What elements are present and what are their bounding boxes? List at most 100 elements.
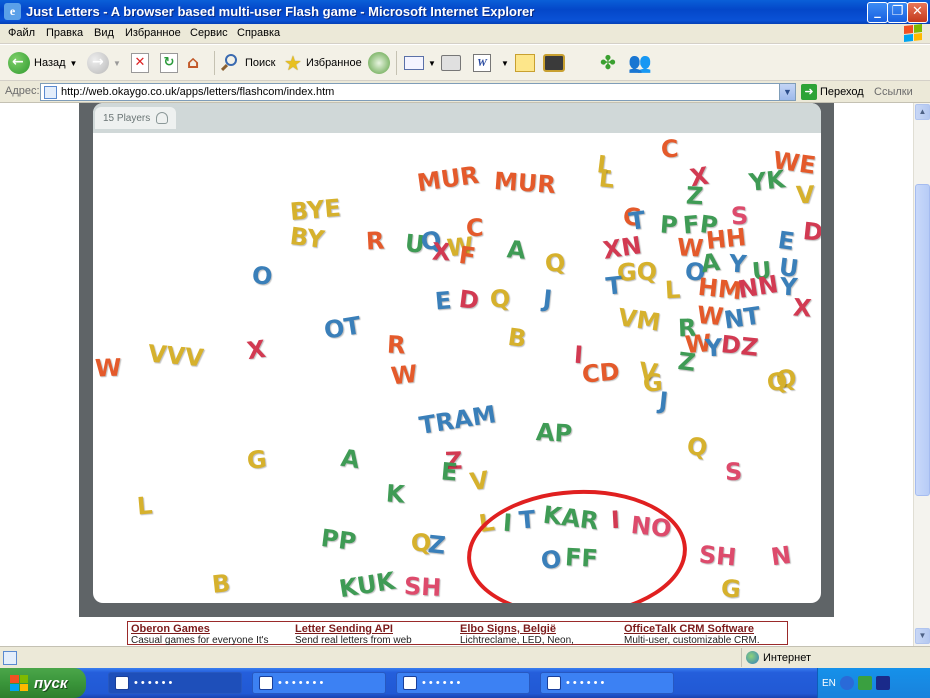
taskbar-item[interactable]: • • • • • • <box>108 672 242 694</box>
menu-tools[interactable]: Сервис <box>190 27 228 39</box>
menu-favorites[interactable]: Избранное <box>125 27 181 39</box>
home-button[interactable]: ⌂ <box>187 50 209 76</box>
game-letter[interactable]: BYE <box>289 194 342 226</box>
media-button[interactable] <box>543 50 565 76</box>
game-letter[interactable]: D <box>457 285 480 315</box>
media-play-icon[interactable] <box>875 676 890 690</box>
game-letter[interactable]: AP <box>535 418 573 448</box>
tray-icon[interactable] <box>839 676 854 690</box>
game-letter[interactable]: N <box>769 541 793 572</box>
print-button[interactable] <box>441 50 461 76</box>
minimize-button[interactable]: _ <box>867 2 888 23</box>
ad-title[interactable]: Oberon Games <box>131 623 291 635</box>
mail-button[interactable]: ▼ <box>404 50 436 76</box>
language-indicator[interactable]: EN <box>822 678 836 689</box>
game-letter[interactable]: VVV <box>147 340 205 373</box>
stop-button[interactable]: ✕ <box>131 50 149 76</box>
address-field[interactable]: http://web.okaygo.co.uk/apps/letters/fla… <box>40 83 796 101</box>
flash-game-canvas[interactable]: 15 Players MUR MUR BYE BY R U Q X W F C A Q O E D Q J OT R W… <box>93 103 821 603</box>
ad-item[interactable]: OfficeTalk CRM Software Multi-user, custo… <box>624 623 784 646</box>
back-button[interactable]: ← Назад ▼ <box>8 50 77 76</box>
messenger-button[interactable]: 👥 <box>628 50 652 76</box>
ad-item[interactable]: Letter Sending API Send real letters from… <box>295 623 455 646</box>
game-letter[interactable]: C <box>466 214 485 243</box>
game-letter[interactable]: L <box>136 491 154 520</box>
game-letter[interactable]: TRAM <box>417 400 498 440</box>
taskbar-item[interactable]: • • • • • • <box>396 672 530 694</box>
game-letter[interactable]: L <box>598 164 616 193</box>
discuss-button[interactable] <box>515 50 535 76</box>
clover-button[interactable]: ✤ <box>600 50 616 76</box>
tray-icon[interactable] <box>857 676 872 690</box>
start-button[interactable]: пуск <box>0 668 86 698</box>
game-letter[interactable]: C <box>660 135 679 164</box>
game-letter[interactable]: E <box>440 457 459 486</box>
history-button[interactable] <box>368 50 390 76</box>
game-letter[interactable]: F <box>457 241 477 271</box>
game-letter[interactable]: Z <box>676 347 697 377</box>
game-letter[interactable]: G <box>246 445 269 475</box>
maximize-button[interactable]: ❐ <box>887 2 908 23</box>
game-letter[interactable]: OT <box>322 311 363 344</box>
game-letter[interactable]: Q <box>765 367 790 398</box>
game-letter[interactable]: Z <box>427 530 447 560</box>
game-letter[interactable]: MUR <box>415 161 480 197</box>
ad-item[interactable]: Elbo Signs, België Lichtreclame, LED, Neo… <box>460 623 620 646</box>
edit-button[interactable]: W ▼ <box>473 50 509 76</box>
game-letter[interactable]: V <box>796 181 816 210</box>
game-letter[interactable]: A <box>339 444 361 474</box>
mail-dropdown-icon[interactable]: ▼ <box>428 59 436 68</box>
game-letter[interactable]: S <box>725 458 743 487</box>
game-letter[interactable]: WE <box>771 146 817 180</box>
menu-help[interactable]: Справка <box>237 27 280 39</box>
game-letter[interactable]: GQ <box>617 257 658 286</box>
game-letter[interactable]: J <box>542 285 554 314</box>
ad-item[interactable]: Oberon Games Casual games for everyone It… <box>131 623 291 646</box>
address-url[interactable]: http://web.okaygo.co.uk/apps/letters/fla… <box>61 86 334 98</box>
forward-button[interactable]: → ▼ <box>87 50 121 76</box>
favorites-button[interactable]: ★ Избранное <box>284 50 362 76</box>
game-letter[interactable]: T <box>627 206 647 236</box>
forward-dropdown-icon[interactable]: ▼ <box>113 59 121 68</box>
game-letter[interactable]: V <box>468 466 490 496</box>
game-letter[interactable]: W <box>95 354 122 383</box>
game-letter[interactable]: B <box>506 323 528 353</box>
game-letter[interactable]: O <box>251 261 273 290</box>
game-letter[interactable]: VM <box>616 303 662 337</box>
game-letter[interactable]: B <box>211 569 232 599</box>
game-letter[interactable]: SH <box>698 540 738 571</box>
game-letter[interactable]: Y <box>728 249 747 278</box>
game-letter[interactable]: W <box>390 360 419 391</box>
taskbar-item[interactable]: • • • • • • • <box>252 672 386 694</box>
game-letter[interactable]: K <box>385 479 406 508</box>
game-letter[interactable]: Q <box>489 284 511 313</box>
links-button[interactable]: Ссылки <box>874 86 913 98</box>
game-letter[interactable]: X <box>792 293 812 322</box>
game-letter[interactable]: CD <box>581 357 621 388</box>
taskbar-item[interactable]: • • • • • • <box>540 672 674 694</box>
game-letter[interactable]: G <box>720 574 742 603</box>
game-letter[interactable]: NT <box>722 302 762 335</box>
menu-file[interactable]: Файл <box>8 27 35 39</box>
game-letter[interactable]: SH <box>403 572 442 602</box>
ad-title[interactable]: Elbo Signs, België <box>460 623 620 635</box>
game-letter[interactable]: DZ <box>720 330 760 362</box>
address-dropdown-icon[interactable]: ▼ <box>779 84 795 100</box>
search-button[interactable]: Поиск <box>220 50 275 76</box>
game-letter[interactable]: PP <box>319 524 357 556</box>
ad-title[interactable]: OfficeTalk CRM Software <box>624 623 784 635</box>
game-letter[interactable]: J <box>658 387 670 416</box>
close-button[interactable]: ✕ <box>907 2 928 23</box>
game-letter[interactable]: E <box>434 286 453 315</box>
vertical-scrollbar[interactable]: ▲ ▼ <box>913 103 930 646</box>
game-letter[interactable]: MUR <box>493 167 557 199</box>
game-letter[interactable]: Q <box>543 248 567 279</box>
menu-edit[interactable]: Правка <box>46 27 83 39</box>
game-letter[interactable]: P <box>659 210 679 239</box>
scroll-up-icon[interactable]: ▲ <box>915 104 930 120</box>
game-letter[interactable]: R <box>386 331 406 360</box>
refresh-button[interactable]: ↻ <box>160 50 178 76</box>
players-tab[interactable]: 15 Players <box>95 107 177 129</box>
game-letter[interactable]: A <box>506 235 527 265</box>
game-letter[interactable]: Z <box>685 182 704 211</box>
